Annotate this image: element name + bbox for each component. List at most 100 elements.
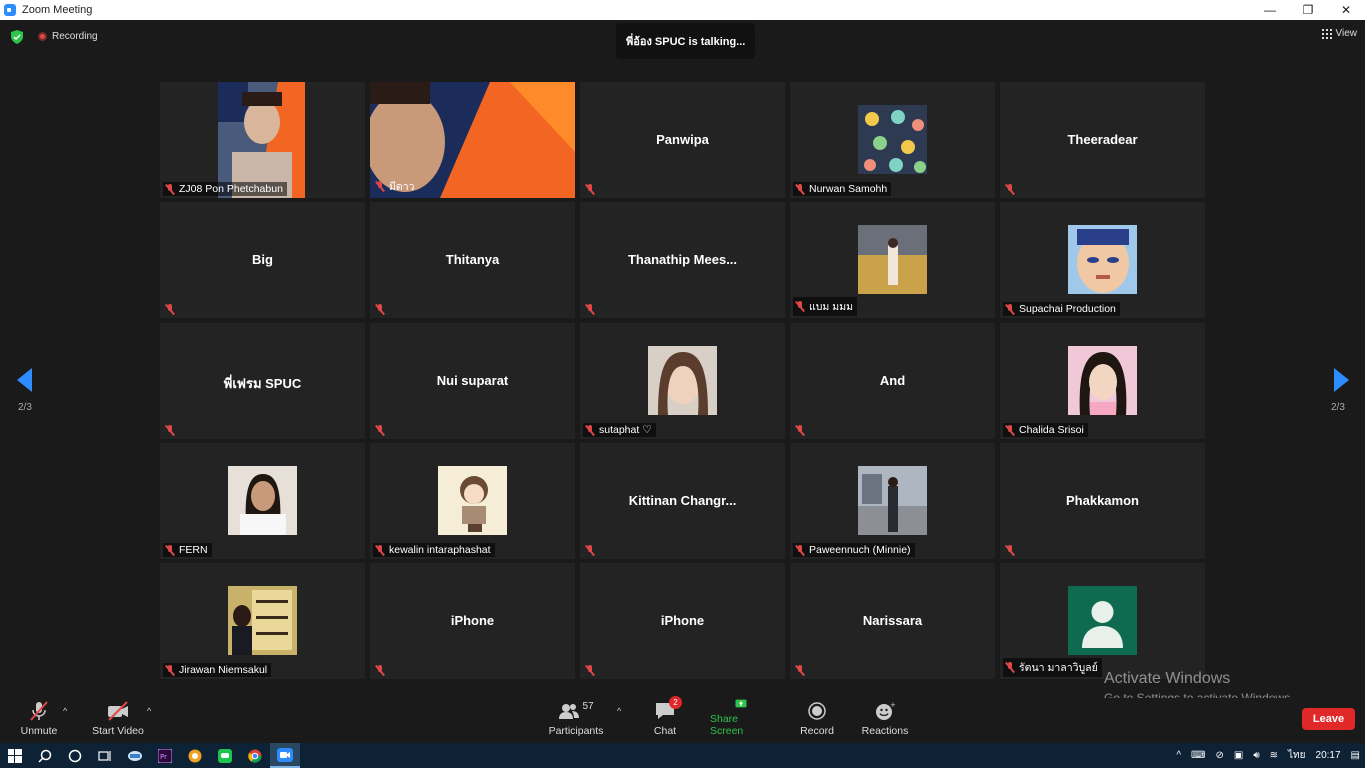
participant-avatar	[228, 586, 297, 655]
participant-tile[interactable]: พี่เฟรม SPUC	[160, 323, 365, 439]
participant-tile[interactable]: Chalida Srisoi	[1000, 323, 1205, 439]
taskbar-app-orange[interactable]	[180, 743, 210, 768]
input-indicator-icon[interactable]: ⌨	[1191, 750, 1205, 761]
video-options-caret-icon[interactable]: ^	[147, 706, 151, 716]
participant-avatar	[858, 225, 927, 294]
muted-mic-icon	[1005, 424, 1015, 436]
participant-tile[interactable]: Phakkamon	[1000, 443, 1205, 559]
close-button[interactable]: ✕	[1327, 0, 1365, 20]
muted-mic-icon	[1005, 662, 1015, 673]
participant-name-label	[583, 544, 603, 557]
participant-display-name: Big	[252, 252, 273, 267]
participant-tile[interactable]: Big	[160, 202, 365, 318]
participant-tile[interactable]: Narissara	[790, 563, 995, 679]
participant-name-label: ZJ08 Pon Phetchabun	[163, 182, 287, 196]
participant-count: 57	[582, 701, 594, 712]
shield-icon[interactable]	[11, 30, 23, 44]
participant-avatar	[648, 346, 717, 415]
reactions-icon: +	[876, 701, 896, 720]
participant-tile[interactable]: Thanathip Mees...	[580, 202, 785, 318]
share-screen-icon	[735, 699, 747, 708]
participant-display-name: Thitanya	[445, 252, 500, 267]
taskbar-app-premiere[interactable]: Pr	[150, 743, 180, 768]
participant-video	[218, 82, 305, 198]
taskbar-app-chrome[interactable]	[240, 743, 270, 768]
participant-tile[interactable]: Panwipa	[580, 82, 785, 198]
start-video-button[interactable]: Start Video	[92, 698, 144, 743]
participant-tile[interactable]: มีดาว	[370, 82, 575, 198]
participant-tile[interactable]: FERN	[160, 443, 365, 559]
participants-icon	[559, 704, 580, 719]
clock[interactable]: 20:17	[1316, 750, 1341, 761]
participant-tile[interactable]: And	[790, 323, 995, 439]
participant-name-label	[583, 303, 603, 316]
chrome-icon	[248, 749, 262, 763]
participant-tile[interactable]: kewalin intaraphashat	[370, 443, 575, 559]
participant-tile[interactable]: แบม มมม	[790, 202, 995, 318]
participant-display-name: iPhone	[660, 613, 705, 628]
start-button[interactable]	[0, 743, 30, 768]
taskbar-app-remote[interactable]	[120, 743, 150, 768]
participant-tile[interactable]: Nurwan Samohh	[790, 82, 995, 198]
participant-tile[interactable]: รัตนา มาลาวิบูลย์	[1000, 563, 1205, 679]
participant-name-label: Jirawan Niemsakul	[163, 663, 272, 677]
recording-indicator[interactable]: Recording	[38, 31, 98, 42]
participant-tile[interactable]: Supachai Production	[1000, 202, 1205, 318]
participant-display-name: Panwipa	[656, 132, 709, 147]
taskbar-app-zoom[interactable]	[270, 743, 300, 768]
participants-options-caret-icon[interactable]: ^	[617, 706, 621, 716]
chat-button[interactable]: 2 Chat	[650, 696, 682, 743]
search-button[interactable]	[30, 743, 60, 768]
participant-tile[interactable]: Thitanya	[370, 202, 575, 318]
network-warning-icon[interactable]: ⊘	[1215, 750, 1223, 761]
muted-mic-icon	[375, 304, 385, 315]
participant-tile[interactable]: Kittinan Changr...	[580, 443, 785, 559]
language-indicator[interactable]: ไทย	[1288, 748, 1305, 763]
muted-mic-icon	[375, 425, 385, 436]
show-hidden-icons-chevron-icon[interactable]: ^	[1176, 750, 1181, 761]
audio-options-caret-icon[interactable]: ^	[63, 706, 67, 716]
cortana-button[interactable]	[60, 743, 90, 768]
participant-tile[interactable]: Theeradear	[1000, 82, 1205, 198]
participant-tile[interactable]: sutaphat ♡	[580, 323, 785, 439]
view-button[interactable]: View	[1321, 28, 1357, 39]
participant-tile[interactable]: iPhone	[580, 563, 785, 679]
window-title: Zoom Meeting	[22, 4, 93, 16]
participant-name-label: มีดาว	[373, 177, 419, 196]
wifi-icon[interactable]: ≋	[1270, 750, 1278, 761]
reactions-button[interactable]: + Reactions	[860, 698, 910, 743]
muted-mic-icon	[1005, 545, 1015, 556]
participant-tile[interactable]: ZJ08 Pon Phetchabun	[160, 82, 365, 198]
muted-mic-icon	[165, 544, 175, 556]
participant-display-name: Kittinan Changr...	[628, 493, 737, 508]
maximize-button[interactable]: ❐	[1289, 0, 1327, 20]
notifications-icon[interactable]: ▤	[1351, 750, 1360, 761]
previous-page-arrow-icon[interactable]	[17, 368, 32, 392]
participant-name-label	[1003, 544, 1023, 557]
participant-name-label: sutaphat ♡	[583, 423, 656, 437]
participant-name-label: FERN	[163, 543, 212, 557]
participant-tile[interactable]: Nui suparat	[370, 323, 575, 439]
muted-mic-icon	[795, 544, 805, 556]
taskbar-app-line[interactable]	[210, 743, 240, 768]
share-screen-button[interactable]: Share Screen	[710, 698, 772, 743]
participant-tile[interactable]: Paweennuch (Minnie)	[790, 443, 995, 559]
unmute-button[interactable]: Unmute	[18, 698, 60, 743]
minimize-button[interactable]: —	[1251, 0, 1289, 20]
participant-tile[interactable]: Jirawan Niemsakul	[160, 563, 365, 679]
meeting-area: Recording พี่อ้อง SPUC is talking... Vie…	[0, 20, 1365, 698]
leave-button[interactable]: Leave	[1302, 708, 1355, 730]
participant-name-label: Chalida Srisoi	[1003, 423, 1088, 437]
volume-icon[interactable]: 🔊︎	[1253, 750, 1259, 761]
system-tray: ^ ⌨ ⊘ ▣ 🔊︎ ≋ ไทย 20:17 ▤	[1171, 743, 1365, 768]
display-icon[interactable]: ▣	[1234, 750, 1243, 761]
participants-button[interactable]: 57 Participants	[548, 698, 604, 743]
muted-mic-icon	[375, 181, 385, 192]
participant-tile[interactable]: iPhone	[370, 563, 575, 679]
record-button[interactable]: Record	[798, 698, 836, 743]
next-page-arrow-icon[interactable]	[1334, 368, 1349, 392]
muted-mic-icon	[585, 424, 595, 436]
page-indicator-left: 2/3	[18, 402, 32, 413]
meeting-toolbar: Unmute ^ Start Video ^ 57 Participants ^…	[0, 696, 1365, 743]
task-view-button[interactable]	[90, 743, 120, 768]
